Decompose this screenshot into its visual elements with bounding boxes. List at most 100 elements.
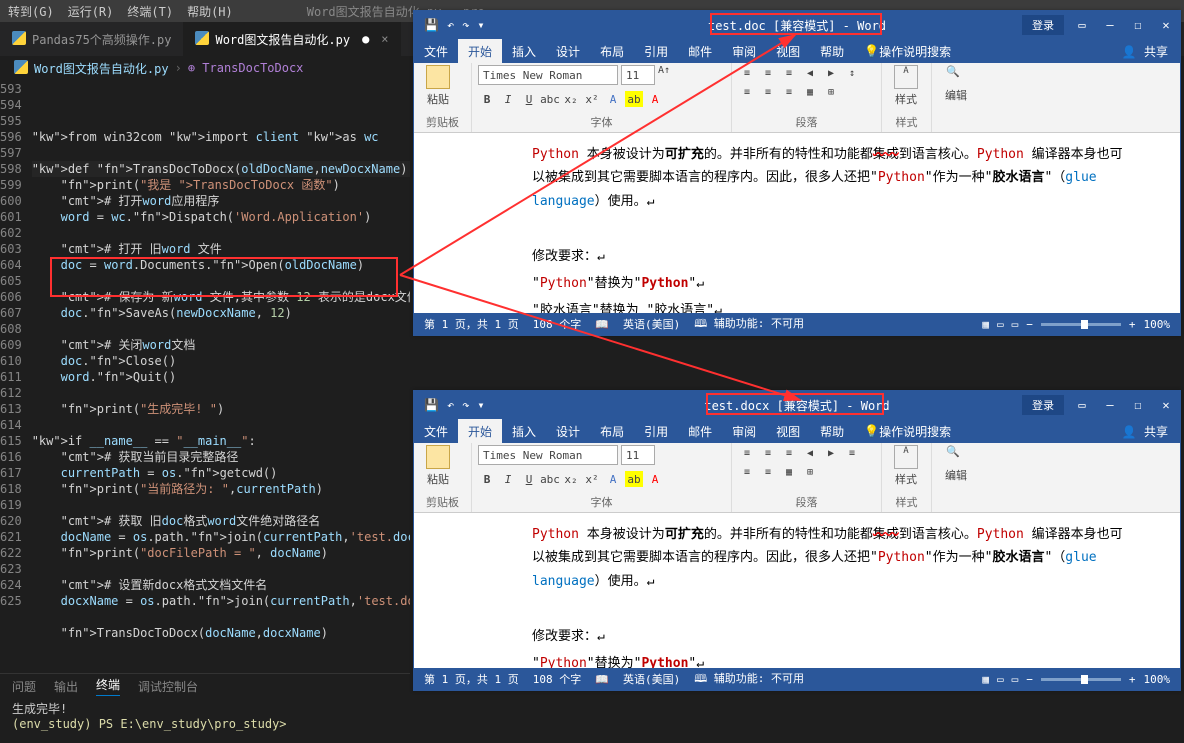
ribbon-references[interactable]: 引用 <box>634 39 678 63</box>
document-area-top[interactable]: Python 本身被设计为可扩充的。并非所有的特性和功能都集成到语言核心。Pyt… <box>414 133 1180 313</box>
redo-icon[interactable]: ↷ <box>462 18 469 32</box>
ribbon-insert[interactable]: 插入 <box>502 419 546 443</box>
tab-pandas[interactable]: Pandas75个高频操作.py <box>0 22 183 56</box>
menu-run[interactable]: 运行(R) <box>68 3 114 20</box>
borders-icon[interactable]: ⊞ <box>822 84 840 100</box>
highlight-button[interactable]: ab <box>625 91 643 107</box>
share-button[interactable]: 👤 共享 <box>1110 423 1180 440</box>
indent-inc-icon[interactable]: ▶ <box>822 65 840 81</box>
minimize-icon[interactable]: — <box>1096 11 1124 39</box>
tell-me[interactable]: 💡 操作说明搜索 <box>854 39 961 63</box>
save-icon[interactable]: 💾 <box>424 398 439 412</box>
spell-icon[interactable]: 📖 <box>595 318 609 331</box>
ribbon-file[interactable]: 文件 <box>414 419 458 443</box>
multilevel-icon[interactable]: ≡ <box>780 65 798 81</box>
close-icon[interactable]: × <box>381 32 388 46</box>
panel-problems[interactable]: 问题 <box>12 678 36 695</box>
language-status[interactable]: 英语(美国) <box>623 316 680 332</box>
styles-button[interactable]: A样式 <box>888 65 924 107</box>
ribbon-layout[interactable]: 布局 <box>590 419 634 443</box>
shading-icon[interactable]: ▦ <box>801 84 819 100</box>
bullets-icon[interactable]: ≡ <box>738 65 756 81</box>
editing-button[interactable]: 🔍编辑 <box>938 445 974 483</box>
redo-icon[interactable]: ↷ <box>462 398 469 412</box>
close-icon[interactable]: ✕ <box>1152 391 1180 419</box>
document-area-bottom[interactable]: Python 本身被设计为可扩充的。并非所有的特性和功能都集成到语言核心。Pyt… <box>414 513 1180 668</box>
ribbon-home[interactable]: 开始 <box>458 39 502 63</box>
breadcrumb-symbol[interactable]: ⊕ TransDocToDocx <box>188 61 304 75</box>
superscript-button[interactable]: x² <box>583 91 601 107</box>
login-button[interactable]: 登录 <box>1022 15 1064 35</box>
subscript-button[interactable]: x₂ <box>562 91 580 107</box>
editing-button[interactable]: 🔍编辑 <box>938 65 974 103</box>
ribbon-insert[interactable]: 插入 <box>502 39 546 63</box>
word-count[interactable]: 108 个字 <box>533 316 582 332</box>
view-web-icon[interactable]: ▭ <box>1012 318 1019 331</box>
ribbon-review[interactable]: 审阅 <box>722 39 766 63</box>
align-left-icon[interactable]: ≡ <box>738 84 756 100</box>
ribbon-design[interactable]: 设计 <box>546 39 590 63</box>
share-button[interactable]: 👤 共享 <box>1110 43 1180 60</box>
ribbon-references[interactable]: 引用 <box>634 419 678 443</box>
ribbon-help[interactable]: 帮助 <box>810 419 854 443</box>
font-select[interactable]: Times New Roman <box>478 445 618 465</box>
view-read-icon[interactable]: ▭ <box>997 318 1004 331</box>
strike-button[interactable]: abc <box>541 91 559 107</box>
zoom-slider[interactable] <box>1041 678 1121 681</box>
view-print-icon[interactable]: ▦ <box>982 318 989 331</box>
tab-word-auto[interactable]: Word图文报告自动化.py●× <box>183 22 400 56</box>
sort-icon[interactable]: ↕ <box>843 65 861 81</box>
ribbon-display-icon[interactable]: ▭ <box>1068 11 1096 39</box>
panel-terminal[interactable]: 终端 <box>96 676 120 696</box>
ribbon-display-icon[interactable]: ▭ <box>1068 391 1096 419</box>
paste-button[interactable]: 粘贴 <box>420 445 456 487</box>
indent-dec-icon[interactable]: ◀ <box>801 65 819 81</box>
a11y-status[interactable]: 🕮 辅助功能: 不可用 <box>694 315 804 334</box>
language-status[interactable]: 英语(美国) <box>623 671 680 687</box>
menu-terminal[interactable]: 终端(T) <box>127 3 173 20</box>
paste-button[interactable]: 粘贴 <box>420 65 456 107</box>
ribbon-mail[interactable]: 邮件 <box>678 39 722 63</box>
underline-button[interactable]: U <box>520 91 538 107</box>
ribbon-view[interactable]: 视图 <box>766 419 810 443</box>
a11y-status[interactable]: 🕮 辅助功能: 不可用 <box>694 670 804 689</box>
code-editor[interactable]: 593 594 595 596 597 598 599 600 601 602 … <box>0 79 410 673</box>
ribbon-help[interactable]: 帮助 <box>810 39 854 63</box>
italic-button[interactable]: I <box>499 91 517 107</box>
menu-goto[interactable]: 转到(G) <box>8 3 54 20</box>
size-select[interactable]: 11 <box>621 445 655 465</box>
spell-icon[interactable]: 📖 <box>595 673 609 686</box>
tell-me[interactable]: 💡 操作说明搜索 <box>854 419 961 443</box>
breadcrumb-file[interactable]: Word图文报告自动化.py <box>34 60 169 77</box>
close-icon[interactable]: ✕ <box>1152 11 1180 39</box>
maximize-icon[interactable]: ☐ <box>1124 11 1152 39</box>
page-status[interactable]: 第 1 页，共 1 页 <box>424 316 519 332</box>
word-count[interactable]: 108 个字 <box>533 671 582 687</box>
ribbon-review[interactable]: 审阅 <box>722 419 766 443</box>
ribbon-design[interactable]: 设计 <box>546 419 590 443</box>
ribbon-mail[interactable]: 邮件 <box>678 419 722 443</box>
maximize-icon[interactable]: ☐ <box>1124 391 1152 419</box>
minimize-icon[interactable]: — <box>1096 391 1124 419</box>
undo-icon[interactable]: ↶ <box>447 398 454 412</box>
save-icon[interactable]: 💾 <box>424 18 439 32</box>
terminal[interactable]: 生成完毕! (env_study) PS E:\env_study\pro_st… <box>0 698 410 743</box>
grow-font-icon[interactable]: A↑ <box>658 65 670 85</box>
size-select[interactable]: 11 <box>621 65 655 85</box>
ribbon-home[interactable]: 开始 <box>458 419 502 443</box>
qat-more-icon[interactable]: ▾ <box>477 18 484 32</box>
align-center-icon[interactable]: ≡ <box>759 84 777 100</box>
align-right-icon[interactable]: ≡ <box>780 84 798 100</box>
numbering-icon[interactable]: ≡ <box>759 65 777 81</box>
panel-output[interactable]: 输出 <box>54 678 78 695</box>
undo-icon[interactable]: ↶ <box>447 18 454 32</box>
page-status[interactable]: 第 1 页，共 1 页 <box>424 671 519 687</box>
zoom-slider[interactable] <box>1041 323 1121 326</box>
login-button[interactable]: 登录 <box>1022 395 1064 415</box>
ribbon-view[interactable]: 视图 <box>766 39 810 63</box>
ribbon-layout[interactable]: 布局 <box>590 39 634 63</box>
zoom-value[interactable]: 100% <box>1144 318 1171 331</box>
styles-button[interactable]: A样式 <box>888 445 924 487</box>
panel-debug[interactable]: 调试控制台 <box>138 678 198 695</box>
bold-button[interactable]: B <box>478 91 496 107</box>
